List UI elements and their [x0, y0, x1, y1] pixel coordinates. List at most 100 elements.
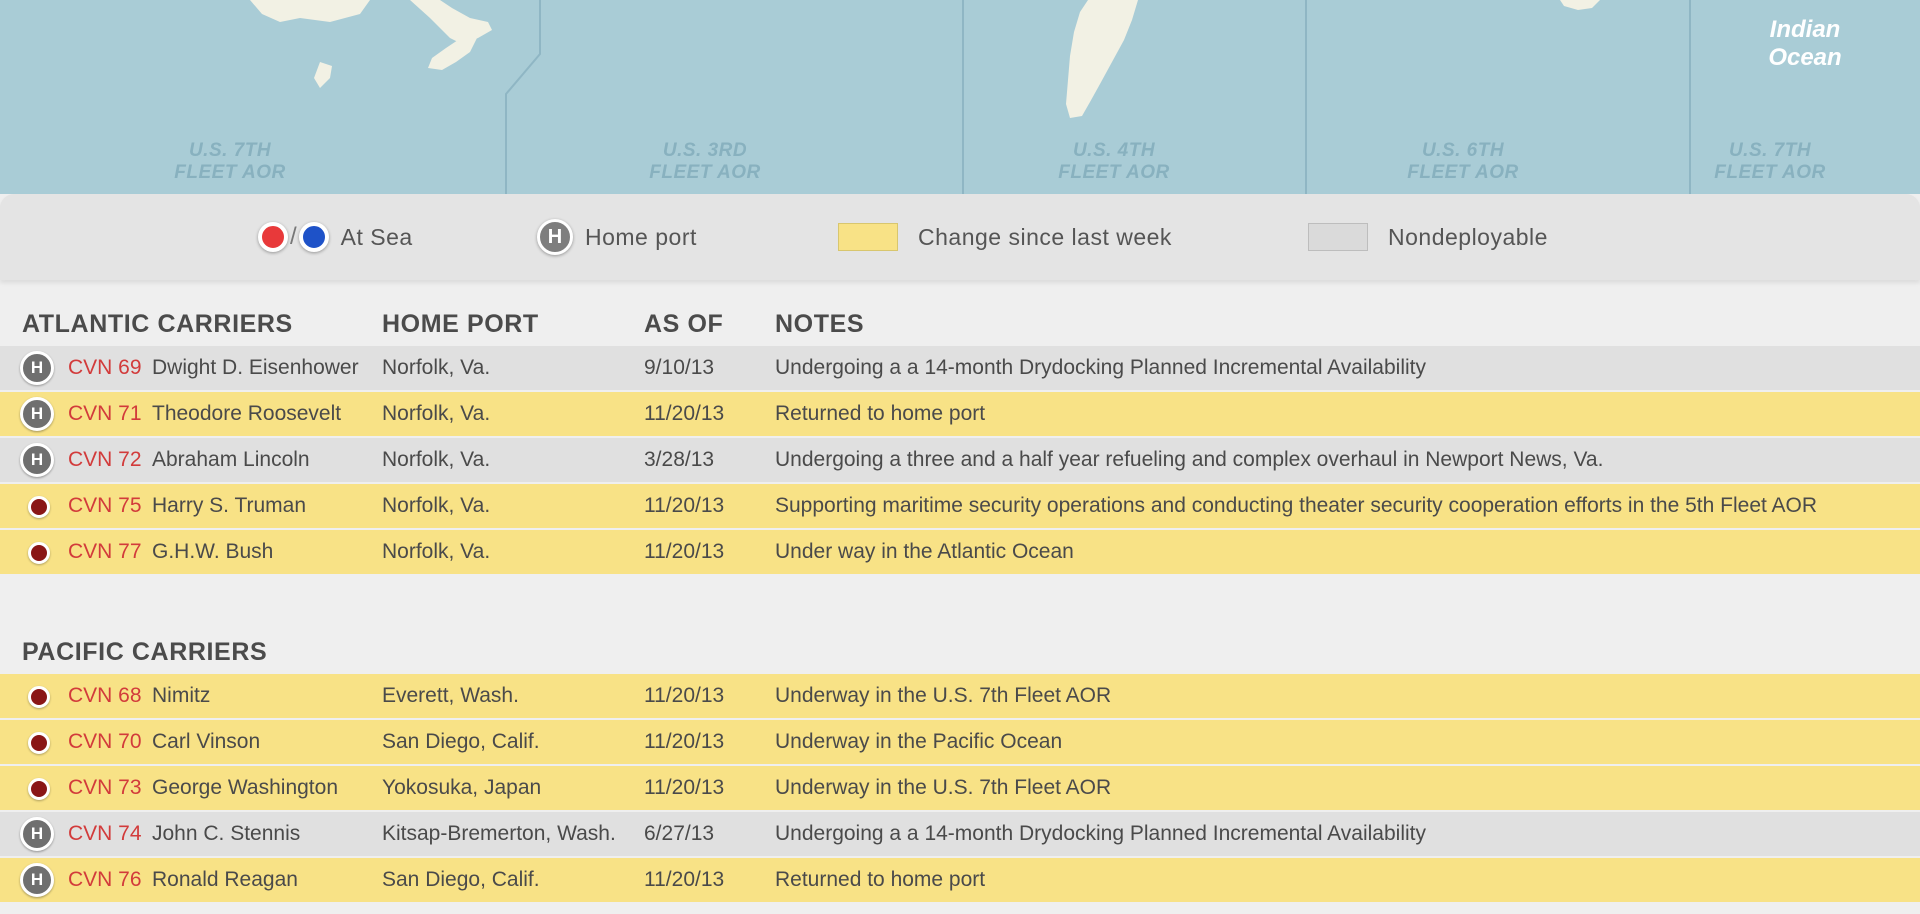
hull-number: CVN 77 — [68, 540, 142, 563]
ship-name: Abraham Lincoln — [152, 448, 310, 471]
legend-home-port-label: Home port — [585, 223, 697, 250]
as-of-date: 11/20/13 — [644, 494, 725, 517]
land-tasmania — [314, 62, 332, 88]
hull-number: CVN 74 — [68, 822, 142, 845]
ship-name: G.H.W. Bush — [152, 540, 274, 563]
notes: Underway in the U.S. 7th Fleet AOR — [775, 776, 1112, 799]
hull-number: CVN 70 — [68, 730, 142, 753]
hull-number: CVN 71 — [68, 402, 142, 425]
as-of-date: 11/20/13 — [644, 730, 725, 753]
home-port-icon: H — [537, 219, 573, 255]
carrier-row: H CVN 74 John C. Stennis Kitsap-Bremerton, … — [0, 812, 1920, 856]
fleet-map: Indian Ocean U.S. 7TH FLEET AOR U.S. 3RD… — [0, 0, 1920, 194]
nondeployable-swatch — [1308, 223, 1368, 251]
home-port: Kitsap-Bremerton, Wash. — [382, 822, 616, 845]
legend-at-sea: / At Sea — [258, 194, 413, 280]
carrier-row: CVN 75 Harry S. Truman Norfolk, Va. 11/20/1… — [0, 484, 1920, 528]
home-port: Everett, Wash. — [382, 684, 519, 707]
carrier-row: H CVN 71 Theodore Roosevelt Norfolk, Va. 11/… — [0, 392, 1920, 436]
atlantic-header-row: ATLANTIC CARRIERS HOME PORT AS OF NOTES — [0, 300, 1920, 346]
ship-name: John C. Stennis — [152, 822, 301, 845]
col-home-port: HOME PORT — [382, 310, 539, 338]
home-port: Norfolk, Va. — [382, 448, 491, 471]
land-southern-africa — [1560, 0, 1600, 10]
at-sea-dot-icon — [28, 778, 50, 800]
hull-number: CVN 68 — [68, 684, 142, 707]
carrier-row: H CVN 72 Abraham Lincoln Norfolk, Va. 3/28/1… — [0, 438, 1920, 482]
carrier-row: CVN 70 Carl Vinson San Diego, Calif. 11/20/… — [0, 720, 1920, 764]
atlantic-rows: H CVN 69 Dwight D. Eisenhower Norfolk, Va. 9… — [0, 346, 1920, 574]
legend-at-sea-label: At Sea — [340, 223, 413, 250]
hull-number: CVN 76 — [68, 868, 142, 891]
ship-name: Dwight D. Eisenhower — [152, 356, 359, 379]
at-sea-dot-icon — [28, 496, 50, 518]
fleet-label-line1: U.S. 7TH — [188, 140, 272, 161]
atlantic-title: ATLANTIC CARRIERS — [22, 310, 293, 338]
as-of-date: 11/20/13 — [644, 868, 725, 891]
home-port: Norfolk, Va. — [382, 494, 491, 517]
legend-nondeployable: Nondeployable — [1308, 194, 1548, 280]
at-sea-dot-icon — [28, 686, 50, 708]
fleet-label-line2: FLEET AOR — [1407, 162, 1519, 183]
ship-name: Theodore Roosevelt — [152, 402, 342, 425]
pacific-header-row: PACIFIC CARRIERS — [0, 628, 1920, 674]
fleet-label-line1: U.S. 3RD — [662, 140, 748, 161]
as-of-date: 3/28/13 — [644, 448, 715, 471]
fleet-label-3rd: U.S. 3RD FLEET AOR — [625, 140, 785, 184]
fleet-label-line2: FLEET AOR — [1058, 162, 1170, 183]
col-as-of: AS OF — [644, 310, 724, 338]
atlantic-carriers-table: ATLANTIC CARRIERS HOME PORT AS OF NOTES … — [0, 300, 1920, 576]
fleet-label-line1: U.S. 6TH — [1421, 140, 1505, 161]
carrier-row: CVN 68 Nimitz Everett, Wash. 11/20/13 Underw… — [0, 674, 1920, 718]
notes: Supporting maritime security operations … — [775, 494, 1818, 517]
notes: Returned to home port — [775, 402, 986, 425]
fleet-label-4th: U.S. 4TH FLEET AOR — [1034, 140, 1194, 184]
notes: Underway in the U.S. 7th Fleet AOR — [775, 684, 1112, 707]
carrier-row: CVN 77 G.H.W. Bush Norfolk, Va. 11/20/13 Und… — [0, 530, 1920, 574]
notes: Underway in the Pacific Ocean — [775, 730, 1063, 753]
as-of-date: 11/20/13 — [644, 540, 725, 563]
legend-bar: / At Sea H Home port Change since last w… — [0, 194, 1920, 280]
as-of-date: 11/20/13 — [644, 684, 725, 707]
at-sea-blue-dot-icon — [298, 222, 329, 252]
home-port-icon: H — [20, 351, 54, 385]
as-of-date: 11/20/13 — [644, 402, 725, 425]
notes: Undergoing a a 14-month Drydocking Plann… — [775, 356, 1426, 379]
at-sea-dot-icon — [28, 542, 50, 564]
as-of-date: 11/20/13 — [644, 776, 725, 799]
notes: Returned to home port — [775, 868, 986, 891]
fleet-label-7th-east: U.S. 7TH FLEET AOR — [1690, 140, 1850, 184]
notes: Under way in the Atlantic Ocean — [775, 540, 1074, 563]
home-port: San Diego, Calif. — [382, 730, 540, 753]
home-port-icon: H — [20, 443, 54, 477]
hull-number: CVN 72 — [68, 448, 142, 471]
fleet-label-line2: FLEET AOR — [1714, 162, 1826, 183]
ship-name: Nimitz — [152, 684, 211, 707]
land-australia — [250, 0, 370, 22]
fleet-label-line2: FLEET AOR — [174, 162, 286, 183]
fleet-label-line1: U.S. 4TH — [1072, 140, 1156, 161]
fleet-boundary-1 — [505, 0, 541, 194]
pacific-rows: CVN 68 Nimitz Everett, Wash. 11/20/13 Underw… — [0, 674, 1920, 902]
hull-number: CVN 69 — [68, 356, 142, 379]
col-notes: NOTES — [775, 310, 865, 338]
as-of-date: 9/10/13 — [644, 356, 715, 379]
home-port: Norfolk, Va. — [382, 540, 491, 563]
ship-name: Harry S. Truman — [152, 494, 307, 517]
hull-number: CVN 73 — [68, 776, 142, 799]
at-sea-red-dot-icon — [258, 222, 288, 252]
land-new-zealand-south — [428, 36, 478, 70]
hull-number: CVN 75 — [68, 494, 142, 517]
home-port-icon: H — [20, 817, 54, 851]
fleet-label-6th: U.S. 6TH FLEET AOR — [1383, 140, 1543, 184]
home-port: Yokosuka, Japan — [382, 776, 542, 799]
legend-change: Change since last week — [838, 194, 1172, 280]
carrier-row: CVN 73 George Washington Yokosuka, Japan 11… — [0, 766, 1920, 810]
as-of-date: 6/27/13 — [644, 822, 715, 845]
ship-name: George Washington — [152, 776, 338, 799]
notes: Undergoing a three and a half year refue… — [775, 448, 1604, 471]
ship-name: Ronald Reagan — [152, 868, 298, 891]
pacific-carriers-table: PACIFIC CARRIERS CVN 68 Nimitz Everett, Wa… — [0, 628, 1920, 904]
home-port: San Diego, Calif. — [382, 868, 540, 891]
pacific-title: PACIFIC CARRIERS — [22, 638, 268, 666]
